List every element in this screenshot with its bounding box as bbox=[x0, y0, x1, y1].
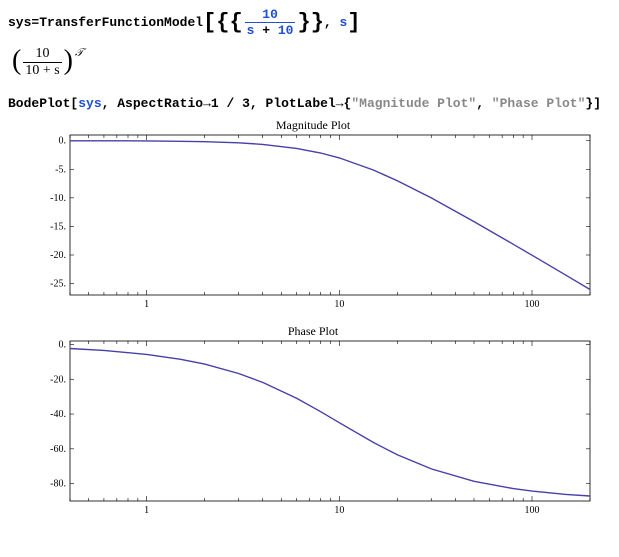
code-fn: BodePlot bbox=[8, 96, 70, 111]
input-cell-2: BodePlot [ sys , AspectRatio → 1 / 3 , P… bbox=[8, 96, 611, 111]
output-cell-1: ( 10 10 + s ) 𝒯 bbox=[12, 47, 611, 78]
xtick-label: 10 bbox=[334, 299, 344, 310]
arrow-icon: → bbox=[336, 96, 344, 111]
den-b: 10 bbox=[278, 23, 294, 38]
ytick-label: -10. bbox=[50, 193, 66, 204]
ytick-label: 0. bbox=[59, 136, 67, 147]
ytick-label: -25. bbox=[50, 279, 66, 290]
phase-plot: Phase Plot 0. -20. -40. -60. -80. 1 10 100 bbox=[28, 323, 598, 523]
xtick-label: 10 bbox=[334, 505, 344, 516]
superscript: 𝒯 bbox=[75, 47, 83, 60]
opt-key: AspectRatio bbox=[117, 96, 203, 111]
opt-val: 1 / 3 bbox=[211, 96, 250, 111]
close-bracket-icon: ] bbox=[347, 10, 360, 35]
opt-key: PlotLabel bbox=[266, 96, 336, 111]
magnitude-plot: Magnitude Plot 0. -5. -10. -15. -20. -25. 1 10 10… bbox=[28, 117, 598, 317]
fraction: 10 s + 10 bbox=[245, 8, 296, 37]
open-brace-icon: { bbox=[229, 10, 242, 35]
code-lhs: sys bbox=[8, 15, 31, 30]
xtick-label: 1 bbox=[144, 505, 149, 516]
comma: , bbox=[476, 96, 492, 111]
open-bracket-icon: [ bbox=[203, 10, 216, 35]
ytick-label: -60. bbox=[50, 444, 66, 455]
open-paren-icon: ( bbox=[12, 47, 21, 75]
frac-num: 10 bbox=[34, 47, 52, 62]
frac-den: s + 10 bbox=[245, 22, 296, 37]
string-literal: "Phase Plot" bbox=[492, 96, 586, 111]
close-bracket-icon: ] bbox=[593, 96, 601, 111]
xtick-label: 100 bbox=[525, 299, 540, 310]
den-op: + bbox=[254, 23, 277, 38]
code-arg: sys bbox=[78, 96, 101, 111]
string-literal: "Magnitude Plot" bbox=[351, 96, 476, 111]
close-brace-icon: } bbox=[311, 10, 324, 35]
open-brace-icon: { bbox=[344, 96, 352, 111]
close-brace-icon: } bbox=[297, 10, 310, 35]
ytick-label: -40. bbox=[50, 409, 66, 420]
comma: , bbox=[102, 96, 118, 111]
xtick-label: 100 bbox=[525, 505, 540, 516]
close-paren-icon: ) bbox=[64, 47, 73, 75]
plot-title: Magnitude Plot bbox=[276, 118, 351, 132]
comma: , bbox=[324, 15, 340, 30]
xtick-label: 1 bbox=[144, 299, 149, 310]
code-fn: TransferFunctionModel bbox=[39, 15, 203, 30]
bode-output: Magnitude Plot0.-5.-10.-15.-20.-25.11010… bbox=[28, 117, 611, 523]
plot-title: Phase Plot bbox=[288, 324, 339, 338]
close-brace-icon: } bbox=[585, 96, 593, 111]
open-brace-icon: { bbox=[216, 10, 229, 35]
plot-frame bbox=[70, 341, 590, 501]
ytick-label: -20. bbox=[50, 250, 66, 261]
code-eq: = bbox=[31, 15, 39, 30]
frac-num: 10 bbox=[260, 8, 280, 22]
open-bracket-icon: [ bbox=[70, 96, 78, 111]
arrow-icon: → bbox=[203, 96, 211, 111]
input-cell-1: sys = TransferFunctionModel [ { { 10 s +… bbox=[8, 8, 611, 37]
curve-phase bbox=[70, 349, 590, 497]
ytick-label: -15. bbox=[50, 221, 66, 232]
comma: , bbox=[250, 96, 266, 111]
frac-den: 10 + s bbox=[23, 62, 61, 78]
ytick-label: -20. bbox=[50, 374, 66, 385]
fraction-output: 10 10 + s bbox=[23, 47, 61, 78]
plot-frame bbox=[70, 135, 590, 295]
ytick-label: 0. bbox=[59, 339, 67, 350]
ytick-label: -5. bbox=[55, 164, 66, 175]
curve-magnitude bbox=[70, 141, 590, 290]
code-var: s bbox=[340, 15, 348, 30]
ytick-label: -80. bbox=[50, 479, 66, 490]
